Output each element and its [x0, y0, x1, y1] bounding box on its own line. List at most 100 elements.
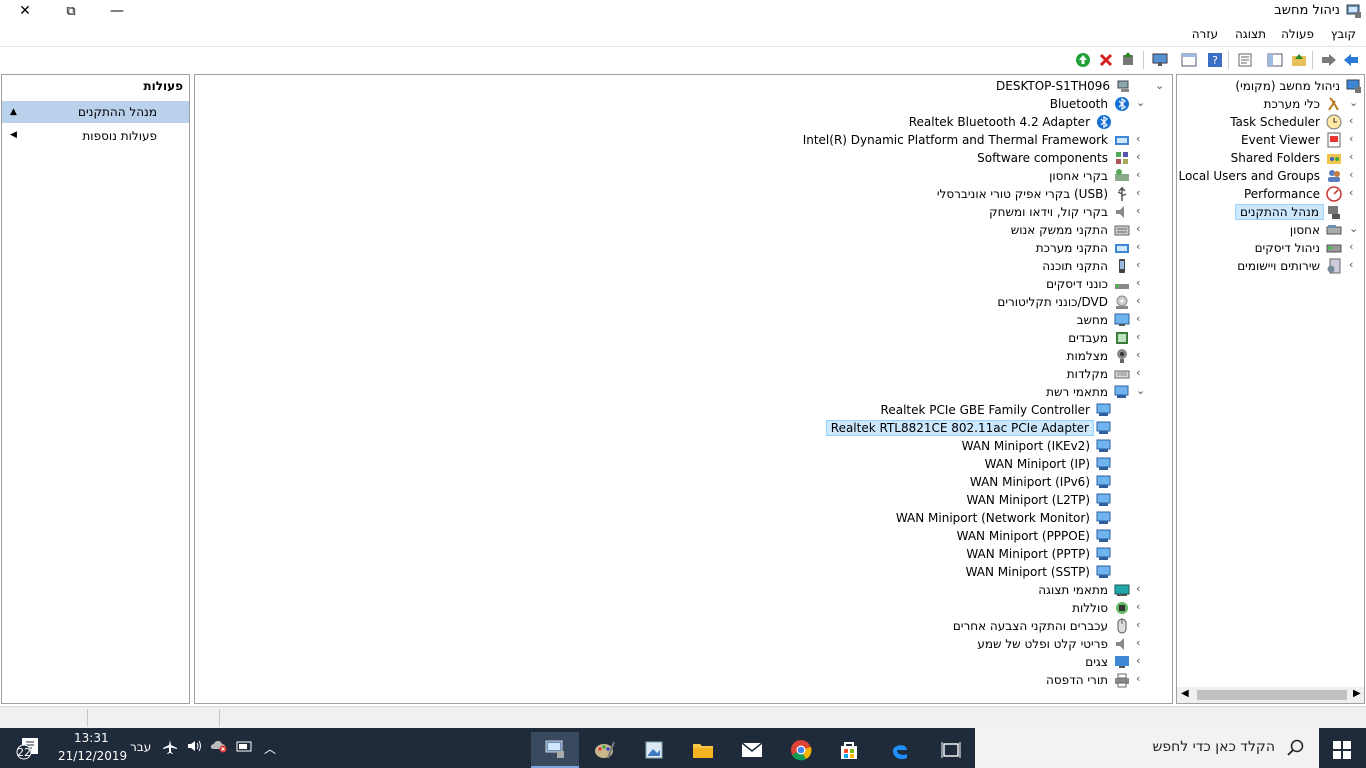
nav-tree-item[interactable]: אחסון — [1286, 221, 1342, 239]
properties-icon[interactable] — [1236, 51, 1254, 69]
close-button[interactable]: ✕ — [2, 0, 48, 22]
chevron-left-icon[interactable]: ‹ — [1136, 276, 1140, 289]
device-tree-item[interactable]: Bluetooth — [1046, 95, 1130, 113]
file-explorer-icon[interactable] — [679, 732, 727, 768]
update-driver-icon[interactable] — [1119, 51, 1137, 69]
nav-tree-item[interactable]: Performance — [1240, 185, 1342, 203]
actions-device-manager[interactable]: ▲ מנהל ההתקנים — [2, 101, 189, 123]
chevron-left-icon[interactable]: ‹ — [1136, 240, 1140, 253]
device-tree-item[interactable]: מקלדות — [1063, 365, 1130, 383]
device-tree-item[interactable]: מחשב — [1073, 311, 1130, 329]
forward-arrow-icon[interactable] — [1320, 51, 1338, 69]
chevron-left-icon[interactable]: ‹ — [1136, 132, 1140, 145]
nav-tree-item[interactable]: מנהל ההתקנים — [1235, 203, 1342, 221]
chevron-left-icon[interactable]: ‹ — [1136, 348, 1140, 361]
chevron-left-icon[interactable]: ‹ — [1136, 330, 1140, 343]
action-pane-icon[interactable] — [1180, 51, 1198, 69]
language-indicator[interactable]: עבר — [130, 740, 151, 754]
photos-icon[interactable] — [630, 732, 678, 768]
menu-action[interactable]: פעולה — [1281, 27, 1314, 41]
nav-tree-item[interactable]: שירותים ויישומים — [1233, 257, 1342, 275]
restore-button[interactable]: ⧉ — [48, 0, 94, 22]
device-tree-item[interactable]: מעבדים — [1064, 329, 1130, 347]
scroll-left-icon[interactable]: ◀ — [1181, 688, 1189, 699]
edge-browser-icon[interactable] — [876, 732, 924, 768]
onedrive-error-icon[interactable] — [210, 739, 228, 756]
menu-help[interactable]: עזרה — [1192, 27, 1218, 41]
chevron-left-icon[interactable]: ‹ — [1136, 600, 1140, 613]
device-tree-item[interactable]: Realtek Bluetooth 4.2 Adapter — [905, 113, 1112, 131]
device-tree-item[interactable]: WAN Miniport (IPv6) — [966, 473, 1112, 491]
nav-tree-item[interactable]: ניהול דיסקים — [1251, 239, 1342, 257]
chevron-left-icon[interactable]: ‹ — [1136, 258, 1140, 271]
device-tree-item[interactable]: Realtek PCIe GBE Family Controller — [877, 401, 1112, 419]
action-center-icon[interactable]: 22 — [12, 736, 40, 763]
device-tree-item[interactable]: כונני דיסקים — [1042, 275, 1130, 293]
device-tree-item[interactable]: WAN Miniport (SSTP) — [962, 563, 1112, 581]
chevron-left-icon[interactable]: ‹ — [1136, 294, 1140, 307]
device-tree-item[interactable]: Software components — [973, 149, 1130, 167]
chevron-down-icon[interactable]: ⌄ — [1349, 222, 1358, 235]
device-tree-item[interactable]: WAN Miniport (L2TP) — [963, 491, 1113, 509]
device-tree-item[interactable]: התקני ממשק אנוש — [1007, 221, 1130, 239]
nav-tree-item[interactable]: Task Scheduler — [1226, 113, 1342, 131]
chevron-left-icon[interactable]: ‹ — [1136, 222, 1140, 235]
device-tree-item[interactable]: WAN Miniport (PPTP) — [962, 545, 1112, 563]
up-folder-icon[interactable] — [1290, 51, 1308, 69]
device-tree-item[interactable]: Intel(R) Dynamic Platform and Thermal Fr… — [799, 131, 1130, 149]
computer-management-task[interactable] — [531, 732, 579, 768]
device-tree-item[interactable]: צגים — [1081, 653, 1130, 671]
nav-tree-item[interactable]: Event Viewer — [1237, 131, 1342, 149]
chevron-left-icon[interactable]: ‹ — [1349, 114, 1353, 127]
mail-icon[interactable] — [728, 732, 776, 768]
enable-device-icon[interactable] — [1074, 51, 1092, 69]
chevron-left-icon[interactable]: ‹ — [1136, 150, 1140, 163]
search-box[interactable]: הקלד כאן כדי לחפש — [975, 728, 1319, 768]
chevron-left-icon[interactable]: ‹ — [1136, 582, 1140, 595]
network-icon[interactable] — [236, 739, 252, 756]
actions-more-actions[interactable]: ◀ פעולות נוספות — [2, 125, 189, 147]
chevron-left-icon[interactable]: ‹ — [1136, 204, 1140, 217]
minimize-button[interactable]: — — [94, 0, 140, 22]
device-tree-item[interactable]: WAN Miniport (Network Monitor) — [892, 509, 1112, 527]
device-tree-item[interactable]: התקני תוכנה — [1038, 257, 1130, 275]
device-tree-item[interactable]: עכברים והתקני הצבעה אחרים — [949, 617, 1130, 635]
chrome-icon[interactable] — [777, 732, 825, 768]
chevron-left-icon[interactable]: ‹ — [1136, 168, 1140, 181]
device-tree-item[interactable]: בקרי אפיק טורי אוניברסלי (USB) — [933, 185, 1130, 203]
show-hide-tree-icon[interactable] — [1266, 51, 1284, 69]
device-tree-item[interactable]: פריטי קלט ופלט של שמע — [973, 635, 1130, 653]
device-tree-item[interactable]: סוללות — [1068, 599, 1130, 617]
tray-chevron-up-icon[interactable]: ︿ — [264, 740, 276, 757]
chevron-left-icon[interactable]: ‹ — [1136, 654, 1140, 667]
expand-triangle-icon[interactable]: ◀ — [10, 130, 17, 140]
device-tree-item[interactable]: כונני תקליטורים/DVD — [993, 293, 1130, 311]
collapse-triangle-icon[interactable]: ▲ — [10, 107, 17, 117]
clock-date[interactable]: 21/12/2019 — [58, 749, 127, 763]
device-tree-item[interactable]: Realtek RTL8821CE 802.11ac PCIe Adapter — [825, 419, 1112, 437]
chevron-left-icon[interactable]: ‹ — [1136, 636, 1140, 649]
paint-icon[interactable] — [580, 732, 628, 768]
chevron-left-icon[interactable]: ‹ — [1349, 240, 1353, 253]
nav-tree-item[interactable]: Shared Folders — [1227, 149, 1342, 167]
menu-file[interactable]: קובץ — [1331, 27, 1356, 41]
tree-root[interactable]: DESKTOP-S1TH096 — [992, 77, 1132, 95]
chevron-left-icon[interactable]: ‹ — [1349, 168, 1353, 181]
store-icon[interactable] — [825, 732, 873, 768]
device-tree-item[interactable]: WAN Miniport (IP) — [981, 455, 1112, 473]
uninstall-x-icon[interactable] — [1097, 51, 1115, 69]
scrollbar-thumb[interactable] — [1197, 690, 1347, 700]
chevron-left-icon[interactable]: ‹ — [1349, 150, 1353, 163]
device-tree-item[interactable]: התקני מערכת — [1032, 239, 1130, 257]
chevron-down-icon[interactable]: ⌄ — [1155, 79, 1164, 92]
monitor-icon[interactable] — [1151, 51, 1169, 69]
task-view-icon[interactable] — [927, 732, 975, 768]
volume-icon[interactable] — [187, 739, 203, 756]
chevron-left-icon[interactable]: ‹ — [1349, 186, 1353, 199]
device-tree-item[interactable]: תורי הדפסה — [1042, 671, 1130, 689]
chevron-left-icon[interactable]: ‹ — [1136, 312, 1140, 325]
device-tree-item[interactable]: בקרי קול, וידאו ומשחק — [985, 203, 1130, 221]
help-icon[interactable]: ? — [1206, 51, 1224, 69]
device-tree-item[interactable]: בקרי אחסון — [1045, 167, 1130, 185]
start-windows-icon[interactable] — [1318, 732, 1366, 768]
